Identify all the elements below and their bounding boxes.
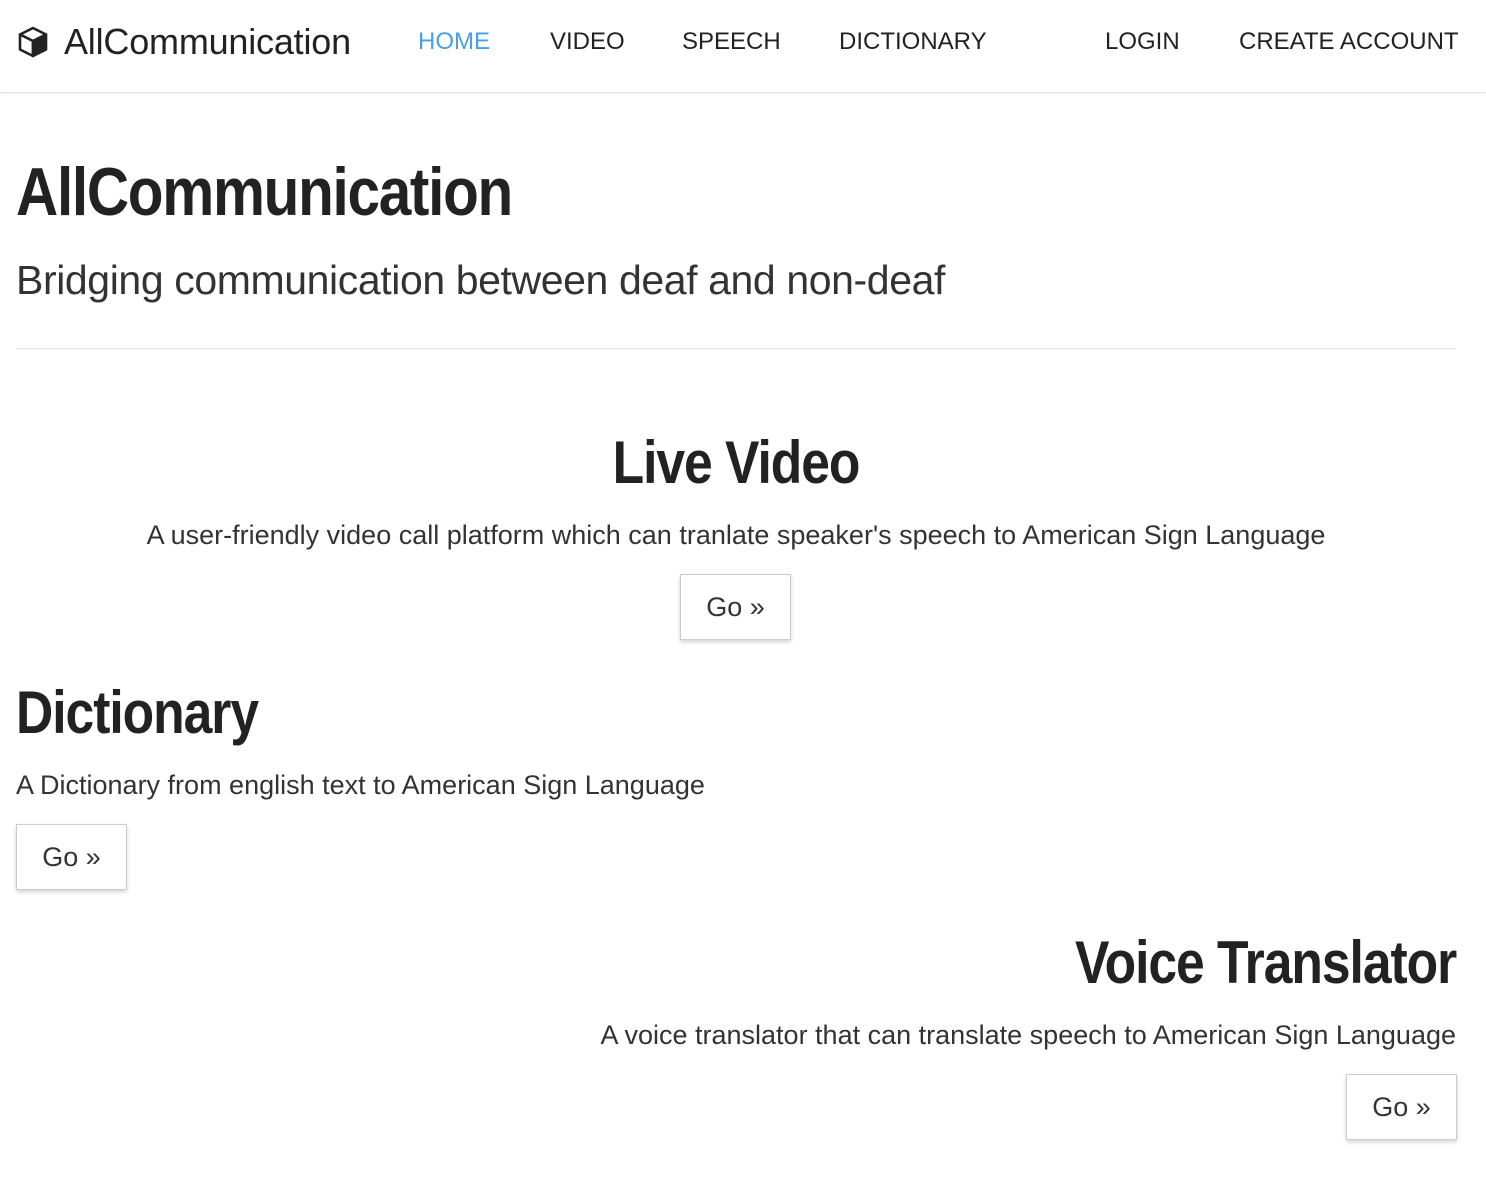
page-title: AllCommunication [16,154,513,230]
page-subtitle: Bridging communication between deaf and … [16,257,945,303]
nav-login[interactable]: LOGIN [1105,28,1180,56]
nav-create-account[interactable]: CREATE ACCOUNT [1239,28,1459,56]
brand-link[interactable]: AllCommunication [16,20,351,64]
nav-dictionary[interactable]: DICTIONARY [839,28,987,56]
cube-icon [18,26,48,58]
live-video-go-button[interactable]: Go » [680,574,791,640]
dictionary-go-button[interactable]: Go » [16,824,127,890]
brand-name: AllCommunication [64,21,351,62]
live-video-title: Live Video [612,429,861,496]
live-video-description: A user-friendly video call platform whic… [146,520,1326,550]
nav-video[interactable]: VIDEO [550,28,625,56]
dictionary-title: Dictionary [16,679,259,746]
voice-translator-go-button[interactable]: Go » [1346,1074,1457,1140]
voice-translator-title: Voice Translator [1074,929,1457,996]
voice-translator-description: A voice translator that can translate sp… [600,1020,1456,1050]
nav-home[interactable]: HOME [418,28,490,56]
nav-speech[interactable]: SPEECH [682,28,781,56]
top-navbar: AllCommunication HOME VIDEO SPEECH DICTI… [0,0,1486,93]
header-divider [16,348,1456,349]
dictionary-description: A Dictionary from english text to Americ… [16,770,705,800]
